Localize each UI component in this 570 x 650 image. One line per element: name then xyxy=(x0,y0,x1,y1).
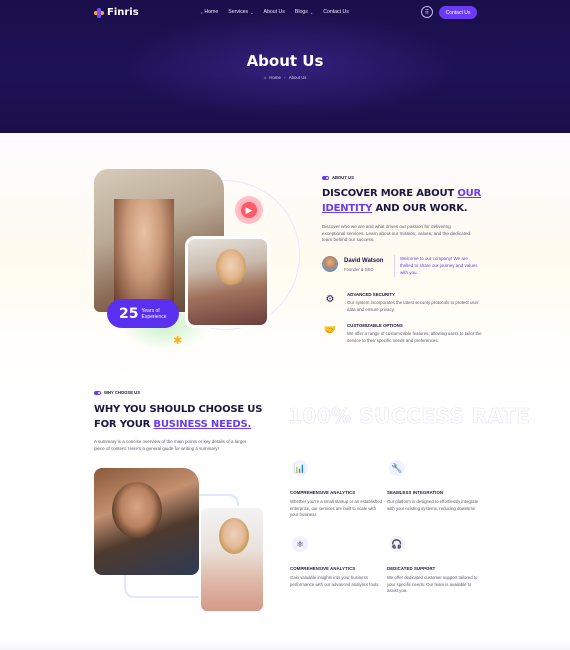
grid-icon: ⠿ xyxy=(424,9,430,16)
home-dot-icon: • xyxy=(201,9,203,15)
man-glasses-photo xyxy=(94,468,199,575)
feature-title: COMPREHENSIVE ANALYTICS xyxy=(290,490,356,495)
home-icon: ⌂ xyxy=(263,75,267,80)
feature-text: Our system incorporates the latest secur… xyxy=(347,300,479,312)
feature-title: CUSTOMIZABLE OPTIONS xyxy=(347,323,403,328)
integration-icon: 🔧 xyxy=(389,460,405,476)
chevron-down-icon: ⌄ xyxy=(309,9,314,15)
nav-item-contact[interactable]: Contact Us xyxy=(323,9,349,15)
experience-label: Years of Experience xyxy=(141,308,166,320)
woman-smiling-photo xyxy=(199,506,265,613)
experience-label-line: Experience xyxy=(141,313,167,320)
feature-title: SEAMLESS INTEGRATION xyxy=(387,490,444,495)
page-title: About Us xyxy=(246,52,324,70)
nav-item-home[interactable]: • Home xyxy=(201,9,218,15)
feature-text: We offer dedicated customer support tail… xyxy=(387,575,478,594)
heading-text: DISCOVER MORE ABOUT xyxy=(322,188,458,199)
feature-text: We offer a range of customizable feature… xyxy=(347,331,482,343)
tag-label: WHY CHOOSE US xyxy=(104,390,140,395)
avatar xyxy=(322,256,338,272)
breadcrumb: ⌂ Home › About Us xyxy=(0,75,570,80)
nav-item-about[interactable]: About Us xyxy=(264,9,285,15)
video-play-button[interactable]: ▶ xyxy=(235,196,263,224)
feature-text: Gain valuable insights into your busines… xyxy=(290,575,380,587)
contact-button[interactable]: Contact Us xyxy=(439,6,477,19)
insights-icon: ⚛ xyxy=(292,536,308,552)
security-icon: ⚙ xyxy=(325,293,335,305)
menu-grid-button[interactable]: ⠿ xyxy=(421,6,433,18)
analytics-icon: 📊 xyxy=(292,460,308,476)
nav-label: About Us xyxy=(263,9,285,15)
woman-smiling-photo xyxy=(185,236,270,328)
feature-title: ADVANCED SECURITY xyxy=(347,292,395,297)
brand-logo[interactable]: Finris xyxy=(94,7,139,18)
nav-label: Home xyxy=(204,9,219,15)
nav-label: Services xyxy=(228,9,249,15)
breadcrumb-separator: › xyxy=(284,75,286,80)
sparkle-icon: ✱ xyxy=(173,335,183,347)
feature-title: COMPREHENSIVE ANALYTICS xyxy=(290,566,356,571)
heading-highlight: BUSINESS NEEDS. xyxy=(153,419,252,430)
handshake-icon: 🤝 xyxy=(323,324,337,336)
logo-icon xyxy=(94,7,104,18)
play-icon: ▶ xyxy=(245,204,253,215)
section-tag: ABOUT US xyxy=(322,175,354,180)
heading-text: AND OUR WORK. xyxy=(372,203,468,214)
nav-item-services[interactable]: Services ⌄ xyxy=(228,9,253,15)
why-heading: WHY YOU SHOULD CHOOSE US FOR YOUR BUSINE… xyxy=(94,402,264,432)
why-paragraph: A summary is a concise overview of the m… xyxy=(94,439,247,451)
breadcrumb-home[interactable]: Home xyxy=(269,75,280,80)
tag-toggle-icon xyxy=(94,390,101,395)
breadcrumb-current: About Us xyxy=(288,75,307,80)
experience-badge: 25 Years of Experience xyxy=(107,299,179,328)
support-icon: 🎧 xyxy=(389,536,405,552)
tag-toggle-icon xyxy=(322,175,329,180)
section-divider xyxy=(0,640,570,650)
feature-text: Whether you're a small startup or an est… xyxy=(290,499,383,518)
hero-banner: Finris • Home Services ⌄ About Us Blogs ⌄ C… xyxy=(0,0,570,133)
main-nav: • Home Services ⌄ About Us Blogs ⌄ Contact … xyxy=(201,9,349,15)
welcome-quote: Welcome to our company! We are thrilled … xyxy=(394,255,482,277)
feature-title: DEDICATED SUPPORT xyxy=(387,566,436,571)
nav-label: Blogs xyxy=(294,9,308,15)
nav-label: Contact Us xyxy=(323,9,349,15)
section-tag: WHY CHOOSE US xyxy=(94,390,140,395)
brand-name: Finris xyxy=(107,7,139,18)
person-role: Founder & SEO xyxy=(344,267,374,272)
nav-item-blogs[interactable]: Blogs ⌄ xyxy=(295,9,313,15)
tag-label: ABOUT US xyxy=(332,175,354,180)
about-heading: DISCOVER MORE ABOUT OUR IDENTITY AND OUR… xyxy=(322,186,492,216)
about-paragraph: Discover who we are and what drives our … xyxy=(322,224,471,243)
chevron-down-icon: ⌄ xyxy=(250,9,254,15)
feature-text: Our platform is designed to effortlessly… xyxy=(387,499,479,511)
person-name: David Watson xyxy=(344,258,384,264)
experience-number: 25 xyxy=(119,305,139,322)
success-rate-watermark: 100% SUCCESS RATE xyxy=(288,404,531,429)
